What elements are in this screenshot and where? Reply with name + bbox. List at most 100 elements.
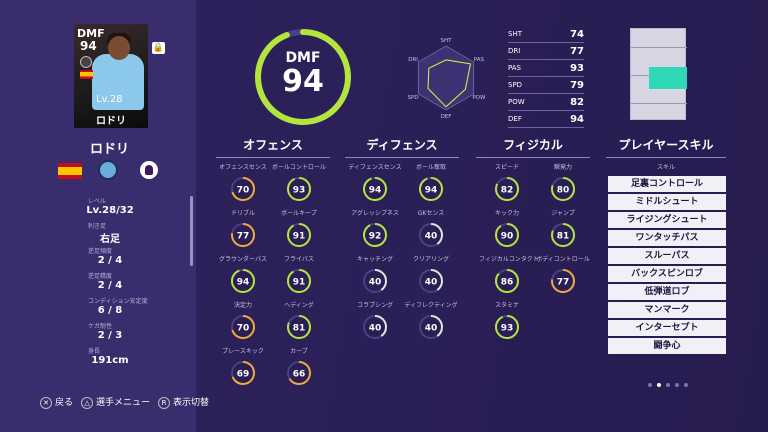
stat-number: 40: [425, 324, 438, 334]
stat-gauge: 81: [551, 223, 575, 247]
card-player-name: ロドリ: [96, 116, 126, 127]
stat-row: POW 82: [508, 94, 584, 111]
attribute-value: 2 / 4: [97, 280, 123, 291]
stat-gauge: 77: [231, 223, 255, 247]
player-name: ロドリ: [90, 142, 130, 157]
stat-label: SHT: [508, 30, 522, 38]
stat-number: 81: [557, 232, 570, 242]
page-dot[interactable]: [675, 383, 679, 387]
stat-name: キック力: [494, 210, 519, 217]
stat-value: 93: [570, 62, 584, 74]
attribute-value: 191cm: [91, 355, 129, 366]
affiliation-icons: [58, 160, 178, 182]
card-flag-icon: [80, 70, 93, 79]
stat-number: 40: [425, 232, 438, 242]
stat-name: スタミナ: [494, 302, 519, 309]
page-dot[interactable]: [666, 383, 670, 387]
attribute-value: 右足: [100, 234, 120, 245]
section-offense-title: オフェンス: [216, 136, 330, 158]
stat-number: 40: [425, 278, 438, 288]
page-dot[interactable]: [684, 383, 688, 387]
attribute-label: 利き足: [88, 223, 107, 230]
stat-row: DEF 94: [508, 111, 584, 128]
skill-item[interactable]: 低弾道ロブ: [608, 284, 726, 300]
stat-number: 91: [293, 278, 306, 288]
radar-axis-label: DRI: [408, 57, 418, 63]
stat-gauge: 40: [363, 269, 387, 293]
stat-number: 40: [369, 324, 382, 334]
stat-summary-table: SHT 74 DRI 77 PAS 93 SPD 79 POW 82 DEF 94: [508, 26, 584, 128]
physical-stat: ボディコントロール 77: [535, 254, 591, 314]
stat-name: ボールコントロール: [272, 164, 326, 171]
stat-gauge: 86: [495, 269, 519, 293]
card-head: [108, 36, 130, 60]
attribute-value: 2 / 4: [97, 255, 123, 266]
stat-value: 74: [570, 28, 584, 40]
offense-stat: プレースキック 69: [215, 346, 271, 406]
stat-number: 40: [369, 278, 382, 288]
attribute-label: レベル: [88, 198, 107, 205]
skill-item[interactable]: ミドルシュート: [608, 194, 726, 210]
defense-stat: コラプシング 40: [347, 300, 403, 360]
stat-number: 77: [557, 278, 570, 288]
ring-overall: 94: [282, 64, 324, 99]
stat-gauge: 94: [231, 269, 255, 293]
stat-gauge: 94: [419, 177, 443, 201]
physical-stat: スタミナ 93: [479, 300, 535, 360]
skill-item[interactable]: スルーパス: [608, 248, 726, 264]
lock-icon[interactable]: 🔒: [152, 42, 165, 54]
control-hint[interactable]: △ 選手メニュー: [81, 395, 150, 409]
skill-item[interactable]: ライジングシュート: [608, 212, 726, 228]
stat-name: ディフェンスセンス: [348, 164, 402, 171]
section-skills-title: プレイヤースキル: [606, 136, 726, 158]
position-pitch-map: [630, 28, 687, 120]
skill-item[interactable]: ワンタッチパス: [608, 230, 726, 246]
skill-item[interactable]: バックスピンロブ: [608, 266, 726, 282]
spain-flag-icon: [58, 163, 82, 179]
skill-item[interactable]: 闘争心: [608, 338, 726, 354]
stat-row: SHT 74: [508, 26, 584, 43]
stat-name: プレースキック: [222, 348, 264, 355]
attribute-value: 2 / 3: [97, 330, 123, 341]
stat-name: GKセンス: [417, 210, 445, 217]
stat-number: 92: [369, 232, 382, 242]
stat-value: 77: [570, 45, 584, 57]
page-dot-active[interactable]: [657, 383, 661, 387]
club-crest-icon: [98, 160, 118, 180]
stat-radar-chart: SHT PAS POW DEF SPD DRI: [408, 38, 486, 120]
pitch-line: [631, 103, 687, 104]
league-logo-icon: [140, 161, 158, 179]
section-defense-title: ディフェンス: [345, 136, 459, 158]
radar-axis-label: DEF: [441, 114, 452, 120]
stat-gauge: 93: [495, 315, 519, 339]
control-hint[interactable]: ✕ 戻る: [40, 395, 73, 409]
scrollbar[interactable]: [190, 196, 193, 266]
stat-number: 94: [369, 186, 382, 196]
player-card[interactable]: DMF 94 Lv.28 ロドリ: [74, 24, 148, 128]
radar-axis-label: PAS: [474, 57, 485, 63]
radar-axis-label: SPD: [408, 95, 419, 101]
page-indicator: [648, 383, 688, 387]
control-hint[interactable]: R 表示切替: [158, 395, 209, 409]
skill-item[interactable]: 足裏コントロール: [608, 176, 726, 192]
attribute-label: 身長: [88, 348, 101, 355]
page-dot[interactable]: [648, 383, 652, 387]
stat-name: カーブ: [290, 348, 308, 355]
stat-gauge: 91: [287, 269, 311, 293]
player-skills-list: 足裏コントロール ミドルシュート ライジングシュート ワンタッチパス スルーパスバックス…: [608, 176, 726, 356]
stat-gauge: 40: [363, 315, 387, 339]
player-attributes-list: レベル Lv.28/32 利き足 右足 逆足頻度 2 / 4 逆足精度 2 / 4 コンディショ…: [40, 196, 180, 371]
skill-item[interactable]: インターセプト: [608, 320, 726, 336]
stat-name: グラウンダーパス: [219, 256, 267, 263]
stat-name: スピード: [494, 164, 519, 171]
stat-gauge: 82: [495, 177, 519, 201]
attribute-label: 逆足頻度: [88, 248, 113, 255]
stat-number: 70: [237, 186, 250, 196]
stat-number: 94: [425, 186, 438, 196]
stat-number: 66: [293, 370, 306, 380]
stat-name: 決定力: [233, 302, 252, 309]
skill-item[interactable]: マンマーク: [608, 302, 726, 318]
stat-name: フライパス: [284, 256, 314, 263]
stat-number: 94: [237, 278, 250, 288]
stat-number: 69: [237, 370, 250, 380]
